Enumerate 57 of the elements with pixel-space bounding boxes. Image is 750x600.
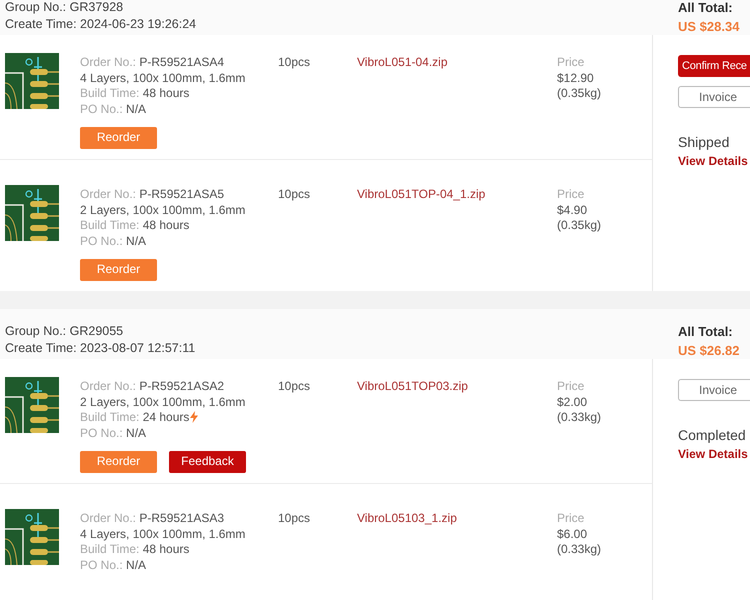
order-number: Order No.: P-R59521ASA5 — [80, 187, 226, 202]
order-status: Shipped — [678, 134, 730, 150]
po-number: PO No.: N/A — [80, 426, 148, 441]
build-time: Build Time: 48 hours — [80, 218, 190, 234]
po-number: PO No.: N/A — [80, 234, 148, 249]
weight: (0.35kg) — [557, 86, 602, 102]
create-time: Create Time: 2024-06-23 19:26:24 — [5, 17, 198, 31]
quantity: 10pcs — [278, 511, 312, 527]
board-spec: 2 Layers, 100x 100mm, 1.6mm — [80, 394, 246, 410]
order-status: Completed — [678, 427, 747, 443]
price: $4.90 — [557, 202, 588, 218]
feedback-button[interactable]: Feedback — [169, 451, 246, 473]
price-label: Price — [557, 187, 586, 202]
weight: (0.33kg) — [557, 542, 602, 558]
circuit-board-thumbnail — [5, 185, 59, 241]
invoice-button[interactable]: Invoice — [678, 379, 750, 401]
order-number: Order No.: P-R59521ASA3 — [80, 511, 226, 526]
gerber-file-link[interactable]: VibroL051TOP-04_1.zip — [357, 187, 557, 281]
po-number: PO No.: N/A — [80, 558, 148, 573]
price: $2.00 — [557, 394, 588, 410]
gerber-file-link[interactable]: VibroL051-04.zip — [357, 55, 557, 149]
total-label: All Total: — [678, 0, 734, 15]
weight: (0.35kg) — [557, 218, 602, 234]
circuit-board-thumbnail — [5, 509, 59, 565]
confirm-receipt-button[interactable]: Confirm Rece — [678, 55, 750, 77]
build-time: Build Time: 48 hours — [80, 542, 190, 558]
po-number: PO No.: N/A — [80, 102, 148, 117]
invoice-button[interactable]: Invoice — [678, 86, 750, 108]
view-details-link[interactable]: View Details — [678, 154, 750, 168]
board-spec: 4 Layers, 100x 100mm, 1.6mm — [80, 70, 246, 86]
price-label: Price — [557, 379, 586, 394]
price: $12.90 — [557, 70, 595, 86]
circuit-board-thumbnail — [5, 377, 59, 433]
group-number: Group No.: GR37928 — [5, 0, 124, 14]
total-amount: US $26.82 — [678, 343, 740, 358]
weight: (0.33kg) — [557, 410, 602, 426]
order-number: Order No.: P-R59521ASA4 — [80, 55, 226, 70]
gerber-file-link[interactable]: VibroL051TOP03.zip — [357, 379, 557, 473]
order-number: Order No.: P-R59521ASA2 — [80, 379, 226, 394]
create-time: Create Time: 2023-08-07 12:57:11 — [5, 341, 196, 355]
quantity: 10pcs — [278, 379, 312, 395]
circuit-board-thumbnail — [5, 53, 59, 109]
lightning-icon — [190, 411, 198, 423]
view-details-link[interactable]: View Details — [678, 447, 750, 461]
price: $6.00 — [557, 526, 588, 542]
quantity: 10pcs — [278, 55, 312, 71]
total-label: All Total: — [678, 324, 734, 339]
board-spec: 2 Layers, 100x 100mm, 1.6mm — [80, 202, 246, 218]
board-spec: 4 Layers, 100x 100mm, 1.6mm — [80, 526, 246, 542]
group-number: Group No.: GR29055 — [5, 324, 124, 338]
price-label: Price — [557, 511, 586, 526]
total-amount: US $28.34 — [678, 19, 740, 34]
build-time: Build Time: 24 hours — [80, 410, 278, 426]
quantity: 10pcs — [278, 187, 312, 203]
price-label: Price — [557, 55, 586, 70]
build-time: Build Time: 48 hours — [80, 86, 190, 102]
gerber-file-link[interactable]: VibroL05103_1.zip — [357, 511, 557, 596]
